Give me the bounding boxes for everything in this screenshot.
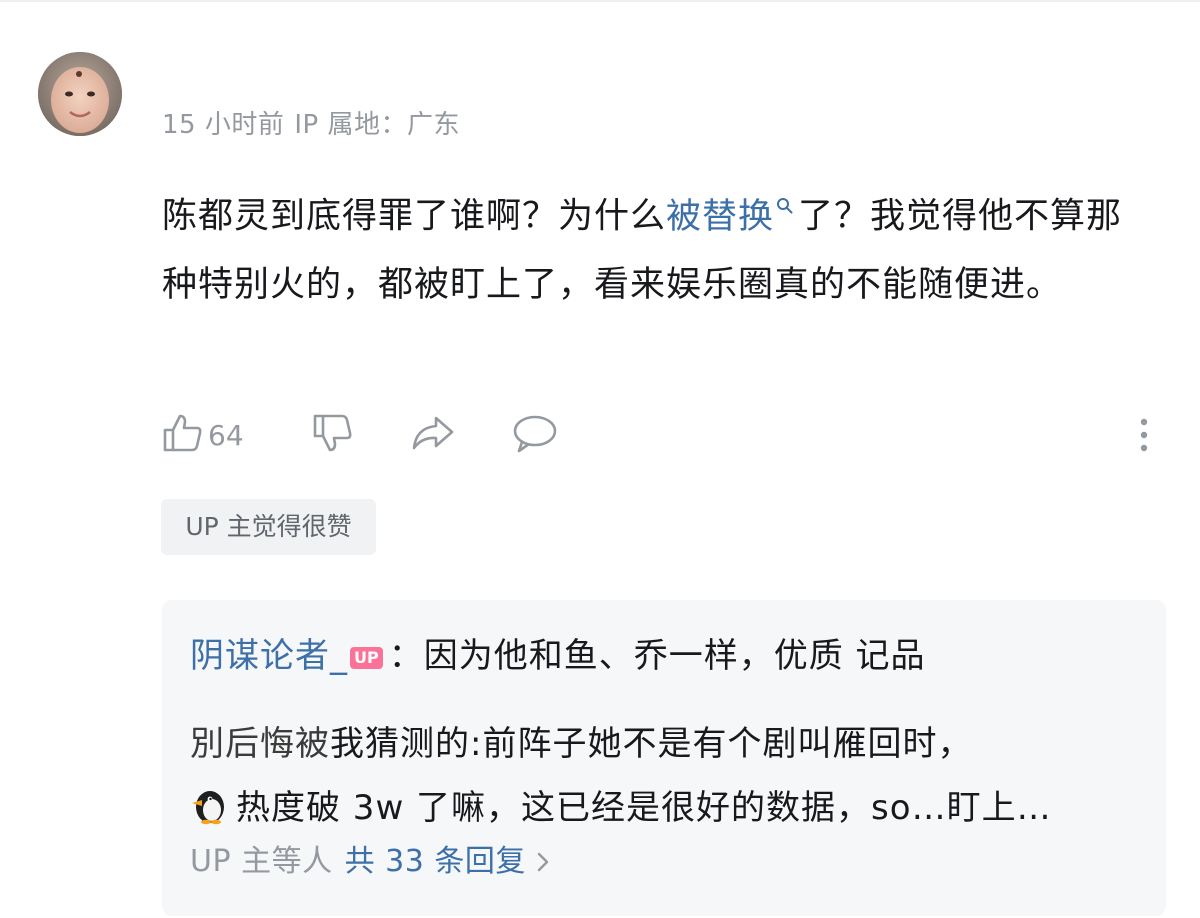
comment-ip-location: IP 属地：广东 <box>294 110 460 140</box>
top-divider <box>0 0 1200 2</box>
reply-first: 阴谋论者_ UP ：因为他和鱼、乔一样，优质 记品 <box>190 634 926 678</box>
share-button[interactable] <box>410 410 456 460</box>
reply-text: ：因为他和鱼、乔一样，优质 记品 <box>388 636 926 676</box>
reply-line-3: 热度破 3w 了嘛，这已经是很好的数据，so…盯上… <box>190 776 1150 846</box>
reply-footer-who: UP 主等人 <box>190 844 333 879</box>
chevron-right-icon <box>536 842 550 886</box>
share-arrow-icon <box>410 412 456 458</box>
reply-button[interactable] <box>512 410 558 460</box>
thumbs-down-icon <box>312 412 354 458</box>
dislike-button[interactable] <box>312 410 354 460</box>
view-all-replies-link[interactable]: UP 主等人共 33 条回复 <box>190 840 550 886</box>
reply-author[interactable]: 阴谋论者_ <box>190 636 348 676</box>
reply-line-2-text: 我猜测的:前阵子她不是有个剧叫雁回时， <box>330 724 973 764</box>
comment-actions: 64 <box>162 410 1162 460</box>
avatar[interactable] <box>38 52 122 136</box>
up-badge: UP <box>350 647 383 669</box>
up-liked-tag: UP 主觉得很赞 <box>161 499 376 555</box>
reply-footer-count: 共 33 条回复 <box>344 844 526 879</box>
reply-garbled-text: 別后悔被 <box>190 724 330 764</box>
comment-text-before: 陈都灵到底得罪了谁啊？为什么 <box>162 196 667 237</box>
thumbs-up-icon <box>162 412 204 458</box>
comment-time: 15 小时前 <box>162 110 285 140</box>
comment-meta: 15 小时前 IP 属地：广东 <box>162 104 460 141</box>
chat-bubble-icon <box>512 412 558 458</box>
reply-line-2: 別后悔被我猜测的:前阵子她不是有个剧叫雁回时， <box>190 712 1150 776</box>
search-keyword-link[interactable]: 被替换 <box>666 197 798 237</box>
like-button[interactable]: 64 <box>162 410 244 460</box>
reply-preview-box[interactable]: 阴谋论者_ UP ：因为他和鱼、乔一样，优质 记品 別后悔被我猜测的:前阵子她不是有… <box>162 600 1166 916</box>
reply-body: 別后悔被我猜测的:前阵子她不是有个剧叫雁回时， 热度破 3w 了嘛，这已经是很好… <box>190 712 1150 846</box>
like-count: 64 <box>208 418 244 452</box>
more-options-button[interactable] <box>1132 412 1156 458</box>
reply-line-3-text: 热度破 3w 了嘛，这已经是很好的数据，so…盯上… <box>236 788 1052 828</box>
search-keyword-text: 被替换 <box>666 196 775 237</box>
comment-text: 陈都灵到底得罪了谁啊？为什么被替换 了？我觉得他不算那种特别火的，都被盯上了，看来… <box>162 170 1152 319</box>
penguin-emoji-icon <box>190 782 230 846</box>
search-icon <box>776 170 794 238</box>
more-vertical-icon <box>1132 418 1156 462</box>
